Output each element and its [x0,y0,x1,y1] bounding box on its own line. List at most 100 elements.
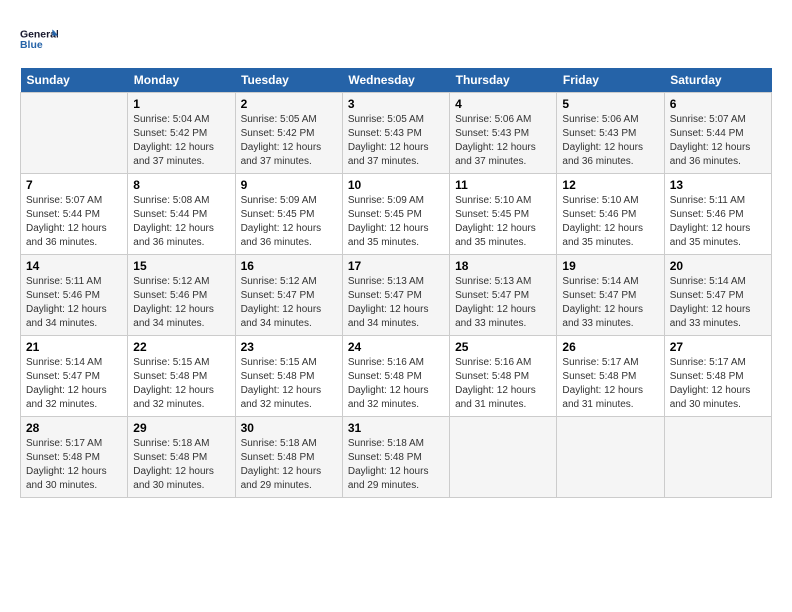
calendar-cell: 30 Sunrise: 5:18 AMSunset: 5:48 PMDayligh… [235,417,342,498]
day-header: Wednesday [342,68,449,93]
day-number: 2 [241,97,337,111]
day-info: Sunrise: 5:12 AMSunset: 5:46 PMDaylight:… [133,275,229,331]
logo-bird-icon: General Blue [20,20,58,58]
calendar-cell: 6 Sunrise: 5:07 AMSunset: 5:44 PMDaylight… [664,93,771,174]
logo: General Blue [20,20,58,58]
day-info: Sunrise: 5:05 AMSunset: 5:42 PMDaylight:… [241,113,337,169]
day-info: Sunrise: 5:10 AMSunset: 5:46 PMDaylight:… [562,194,658,250]
day-info: Sunrise: 5:06 AMSunset: 5:43 PMDaylight:… [455,113,551,169]
calendar-week-row: 21 Sunrise: 5:14 AMSunset: 5:47 PMDayligh… [21,336,772,417]
day-number: 12 [562,178,658,192]
day-number: 28 [26,421,122,435]
calendar-cell: 17Sunrise: 5:13 AMSunset: 5:47 PMDayligh… [342,255,449,336]
day-number: 23 [241,340,337,354]
day-number: 25 [455,340,551,354]
calendar-cell: 20Sunrise: 5:14 AMSunset: 5:47 PMDayligh… [664,255,771,336]
day-info: Sunrise: 5:13 AMSunset: 5:47 PMDaylight:… [455,275,551,331]
day-info: Sunrise: 5:18 AMSunset: 5:48 PMDaylight:… [133,437,229,493]
day-info: Sunrise: 5:14 AMSunset: 5:47 PMDaylight:… [26,356,122,412]
svg-text:Blue: Blue [20,40,43,51]
calendar-cell: 25 Sunrise: 5:16 AMSunset: 5:48 PMDayligh… [450,336,557,417]
calendar-week-row: 28 Sunrise: 5:17 AMSunset: 5:48 PMDayligh… [21,417,772,498]
day-info: Sunrise: 5:16 AMSunset: 5:48 PMDaylight:… [348,356,444,412]
day-info: Sunrise: 5:09 AMSunset: 5:45 PMDaylight:… [241,194,337,250]
calendar-cell: 11 Sunrise: 5:10 AMSunset: 5:45 PMDayligh… [450,174,557,255]
day-number: 11 [455,178,551,192]
day-info: Sunrise: 5:13 AMSunset: 5:47 PMDaylight:… [348,275,444,331]
day-info: Sunrise: 5:17 AMSunset: 5:48 PMDaylight:… [26,437,122,493]
day-header: Tuesday [235,68,342,93]
day-number: 31 [348,421,444,435]
calendar-cell: 19Sunrise: 5:14 AMSunset: 5:47 PMDayligh… [557,255,664,336]
calendar-body: 1 Sunrise: 5:04 AMSunset: 5:42 PMDaylight… [21,93,772,498]
day-info: Sunrise: 5:17 AMSunset: 5:48 PMDaylight:… [562,356,658,412]
day-header: Sunday [21,68,128,93]
day-number: 13 [670,178,766,192]
day-number: 29 [133,421,229,435]
calendar-cell: 7 Sunrise: 5:07 AMSunset: 5:44 PMDaylight… [21,174,128,255]
day-number: 27 [670,340,766,354]
calendar-cell: 9 Sunrise: 5:09 AMSunset: 5:45 PMDaylight… [235,174,342,255]
day-number: 16 [241,259,337,273]
day-header: Saturday [664,68,771,93]
day-number: 15 [133,259,229,273]
day-number: 9 [241,178,337,192]
calendar-cell: 23 Sunrise: 5:15 AMSunset: 5:48 PMDayligh… [235,336,342,417]
day-number: 4 [455,97,551,111]
day-number: 26 [562,340,658,354]
day-number: 24 [348,340,444,354]
page-header: General Blue [20,20,772,58]
day-number: 1 [133,97,229,111]
day-number: 8 [133,178,229,192]
calendar-cell [21,93,128,174]
calendar-cell: 16 Sunrise: 5:12 AMSunset: 5:47 PMDayligh… [235,255,342,336]
day-number: 22 [133,340,229,354]
day-info: Sunrise: 5:14 AMSunset: 5:47 PMDaylight:… [670,275,766,331]
calendar-cell: 10Sunrise: 5:09 AMSunset: 5:45 PMDayligh… [342,174,449,255]
day-number: 6 [670,97,766,111]
day-info: Sunrise: 5:17 AMSunset: 5:48 PMDaylight:… [670,356,766,412]
calendar-cell: 5Sunrise: 5:06 AMSunset: 5:43 PMDaylight… [557,93,664,174]
day-number: 3 [348,97,444,111]
calendar-cell [450,417,557,498]
day-info: Sunrise: 5:07 AMSunset: 5:44 PMDaylight:… [670,113,766,169]
day-info: Sunrise: 5:12 AMSunset: 5:47 PMDaylight:… [241,275,337,331]
day-info: Sunrise: 5:14 AMSunset: 5:47 PMDaylight:… [562,275,658,331]
day-header: Monday [128,68,235,93]
day-info: Sunrise: 5:11 AMSunset: 5:46 PMDaylight:… [26,275,122,331]
calendar-table: SundayMondayTuesdayWednesdayThursdayFrid… [20,68,772,498]
calendar-cell: 31 Sunrise: 5:18 AMSunset: 5:48 PMDayligh… [342,417,449,498]
calendar-header-row: SundayMondayTuesdayWednesdayThursdayFrid… [21,68,772,93]
calendar-cell [557,417,664,498]
day-info: Sunrise: 5:15 AMSunset: 5:48 PMDaylight:… [133,356,229,412]
day-number: 30 [241,421,337,435]
day-header: Thursday [450,68,557,93]
calendar-cell: 26 Sunrise: 5:17 AMSunset: 5:48 PMDayligh… [557,336,664,417]
day-info: Sunrise: 5:16 AMSunset: 5:48 PMDaylight:… [455,356,551,412]
calendar-week-row: 7 Sunrise: 5:07 AMSunset: 5:44 PMDaylight… [21,174,772,255]
calendar-cell: 27 Sunrise: 5:17 AMSunset: 5:48 PMDayligh… [664,336,771,417]
calendar-cell: 29 Sunrise: 5:18 AMSunset: 5:48 PMDayligh… [128,417,235,498]
calendar-week-row: 14 Sunrise: 5:11 AMSunset: 5:46 PMDayligh… [21,255,772,336]
calendar-cell: 14 Sunrise: 5:11 AMSunset: 5:46 PMDayligh… [21,255,128,336]
calendar-cell: 12 Sunrise: 5:10 AMSunset: 5:46 PMDayligh… [557,174,664,255]
day-info: Sunrise: 5:18 AMSunset: 5:48 PMDaylight:… [348,437,444,493]
calendar-cell: 4 Sunrise: 5:06 AMSunset: 5:43 PMDaylight… [450,93,557,174]
calendar-cell: 18Sunrise: 5:13 AMSunset: 5:47 PMDayligh… [450,255,557,336]
day-info: Sunrise: 5:18 AMSunset: 5:48 PMDaylight:… [241,437,337,493]
day-number: 10 [348,178,444,192]
calendar-cell: 3Sunrise: 5:05 AMSunset: 5:43 PMDaylight… [342,93,449,174]
day-info: Sunrise: 5:06 AMSunset: 5:43 PMDaylight:… [562,113,658,169]
day-header: Friday [557,68,664,93]
calendar-week-row: 1 Sunrise: 5:04 AMSunset: 5:42 PMDaylight… [21,93,772,174]
day-info: Sunrise: 5:04 AMSunset: 5:42 PMDaylight:… [133,113,229,169]
day-info: Sunrise: 5:08 AMSunset: 5:44 PMDaylight:… [133,194,229,250]
day-info: Sunrise: 5:07 AMSunset: 5:44 PMDaylight:… [26,194,122,250]
day-info: Sunrise: 5:15 AMSunset: 5:48 PMDaylight:… [241,356,337,412]
day-number: 14 [26,259,122,273]
calendar-cell: 15 Sunrise: 5:12 AMSunset: 5:46 PMDayligh… [128,255,235,336]
day-number: 21 [26,340,122,354]
day-info: Sunrise: 5:10 AMSunset: 5:45 PMDaylight:… [455,194,551,250]
calendar-cell: 22 Sunrise: 5:15 AMSunset: 5:48 PMDayligh… [128,336,235,417]
day-number: 7 [26,178,122,192]
